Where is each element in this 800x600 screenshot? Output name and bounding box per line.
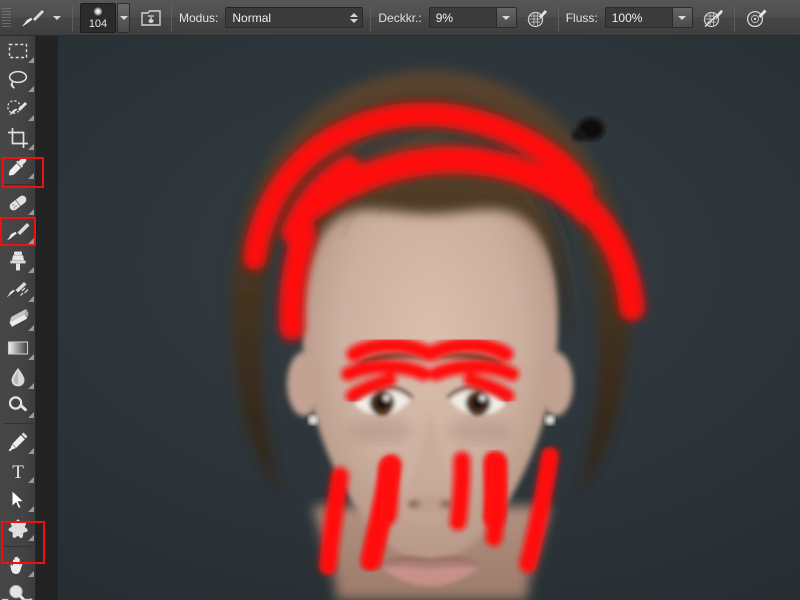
sidebar-item-blur-tool[interactable] [0, 362, 36, 391]
sidebar-item-zoom-tool[interactable] [0, 579, 36, 600]
options-separator [171, 4, 172, 31]
svg-text:T: T [12, 462, 24, 481]
flyout-triangle-icon [28, 535, 34, 541]
flyout-triangle-icon [28, 412, 34, 418]
flyout-triangle-icon [28, 477, 34, 483]
sidebar-item-pen-tool[interactable] [0, 427, 36, 456]
sidebar-item-lasso-tool[interactable] [0, 65, 36, 94]
flyout-triangle-icon [28, 209, 34, 215]
tools-panel: T [0, 36, 36, 600]
brush-tip-preview-icon [93, 6, 103, 16]
blend-mode-select[interactable]: Normal [225, 7, 364, 28]
brush-size-value: 104 [88, 17, 108, 30]
options-separator [72, 4, 73, 31]
portrait-photo [58, 36, 800, 600]
flyout-triangle-icon [28, 448, 34, 454]
sidebar-item-marquee-tool[interactable] [0, 36, 36, 65]
flyout-triangle-icon [28, 86, 34, 92]
flyout-triangle-icon [28, 506, 34, 512]
airbrush-disabled-icon[interactable] [699, 5, 727, 31]
blend-mode-value: Normal [232, 10, 272, 25]
earring-right [545, 415, 555, 425]
airbrush-icon[interactable] [742, 5, 770, 31]
tool-divider [3, 423, 33, 424]
sidebar-item-hand-tool[interactable] [0, 550, 36, 579]
portrait-illustration [231, 70, 645, 600]
opacity-label: Deckkr.: [378, 10, 422, 25]
options-separator [733, 4, 735, 31]
sidebar-item-eyedropper-tool[interactable] [0, 152, 36, 181]
sidebar-item-type-tool[interactable]: T [0, 456, 36, 485]
sidebar-item-healing-brush-tool[interactable] [0, 188, 36, 217]
sidebar-item-clone-stamp-tool[interactable] [0, 246, 36, 275]
tool-divider [3, 546, 33, 547]
sidebar-item-path-selection-tool[interactable] [0, 485, 36, 514]
document-canvas[interactable] [58, 36, 800, 600]
flyout-triangle-icon [28, 354, 34, 360]
flyout-triangle-icon [28, 296, 34, 302]
earring-left [308, 415, 318, 425]
opacity-input[interactable]: 9% [428, 7, 497, 28]
brush-panel-icon[interactable] [138, 6, 164, 30]
flow-chevron-down-icon[interactable] [672, 7, 693, 28]
opacity-chevron-down-icon[interactable] [496, 7, 517, 28]
sidebar-item-eraser-tool[interactable] [0, 304, 36, 333]
photoshop-window: 104 Modus: Normal Deckkr.: 9% Fluss: 100… [0, 0, 800, 600]
flyout-triangle-icon [28, 238, 34, 244]
opacity-value: 9% [435, 10, 454, 25]
mode-label: Modus: [179, 10, 219, 25]
options-bar-grip[interactable] [2, 7, 11, 28]
sidebar-item-quick-selection-tool[interactable] [0, 94, 36, 123]
sidebar-item-brush-tool[interactable] [0, 217, 36, 246]
flyout-triangle-icon [28, 173, 34, 179]
pressure-opacity-icon[interactable] [523, 5, 551, 31]
flyout-triangle-icon [28, 571, 34, 577]
flyout-triangle-icon [28, 144, 34, 150]
options-separator [557, 4, 559, 31]
sidebar-item-crop-tool[interactable] [0, 123, 36, 152]
flow-label: Fluss: [565, 10, 598, 25]
brush-preview-icon[interactable] [15, 5, 49, 31]
sidebar-item-gradient-tool[interactable] [0, 333, 36, 362]
options-bar: 104 Modus: Normal Deckkr.: 9% Fluss: 100… [0, 0, 800, 36]
options-separator [370, 4, 372, 31]
sidebar-item-dodge-tool[interactable] [0, 391, 36, 420]
flyout-triangle-icon [28, 267, 34, 273]
tool-divider [3, 184, 33, 185]
brush-size-chevron-down-icon[interactable] [117, 2, 130, 33]
flyout-triangle-icon [28, 383, 34, 389]
chevron-updown-icon [350, 12, 359, 23]
flow-value: 100% [611, 10, 643, 25]
flyout-triangle-icon [28, 115, 34, 121]
hair-clip [572, 118, 604, 141]
brush-size-field[interactable]: 104 [80, 2, 116, 33]
brush-preset-chevron-down-icon[interactable] [49, 7, 65, 29]
flyout-triangle-icon [28, 57, 34, 63]
sidebar-item-history-brush-tool[interactable] [0, 275, 36, 304]
flyout-triangle-icon [28, 325, 34, 331]
flow-input[interactable]: 100% [604, 7, 673, 28]
sidebar-item-shape-tool[interactable] [0, 514, 36, 543]
panel-gutter [37, 36, 58, 600]
